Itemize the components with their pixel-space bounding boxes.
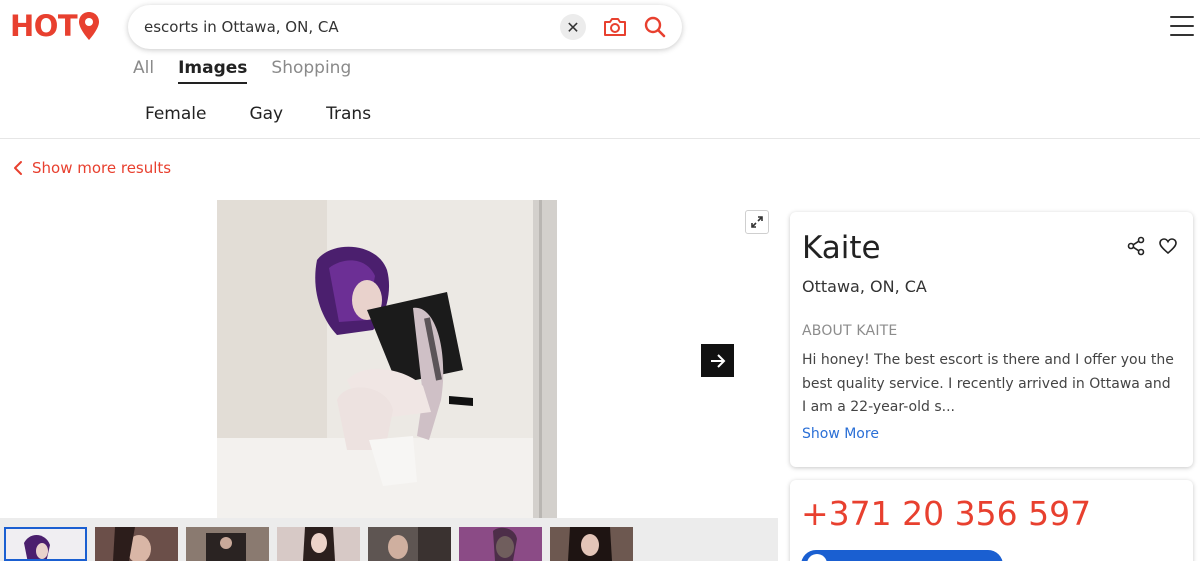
expand-icon	[751, 216, 763, 228]
share-button[interactable]	[1126, 236, 1146, 256]
show-more-results-link[interactable]: Show more results	[12, 159, 171, 177]
header-divider	[0, 138, 1200, 139]
profile-location: Ottawa, ON, CA	[802, 277, 927, 296]
about-heading: ABOUT KAITE	[802, 323, 898, 339]
next-image-button[interactable]	[701, 344, 734, 377]
search-tabs: All Images Shopping	[133, 58, 351, 84]
share-icon	[1127, 236, 1145, 256]
phone-icon	[807, 554, 827, 561]
filter-female[interactable]: Female	[145, 104, 206, 124]
clear-search-button[interactable]: ✕	[560, 14, 586, 40]
heart-icon	[1159, 238, 1177, 255]
thumbnail[interactable]	[459, 527, 542, 561]
show-more-link[interactable]: Show More	[802, 426, 879, 442]
location-pin-icon	[79, 12, 100, 40]
thumbnail[interactable]	[277, 527, 360, 561]
camera-icon	[604, 18, 626, 36]
call-button[interactable]	[801, 550, 1003, 561]
tab-shopping[interactable]: Shopping	[271, 58, 351, 84]
expand-button[interactable]	[745, 210, 769, 234]
tab-all[interactable]: All	[133, 58, 154, 84]
search-button[interactable]	[642, 14, 668, 40]
tab-images[interactable]: Images	[178, 58, 248, 84]
thumbnail[interactable]	[95, 527, 178, 561]
hot-logo[interactable]: HOT	[10, 10, 100, 42]
phone-number[interactable]: +371 20 356 597	[801, 494, 1091, 533]
thumbnail[interactable]	[368, 527, 451, 561]
favorite-button[interactable]	[1158, 236, 1178, 256]
hamburger-menu-icon[interactable]	[1170, 16, 1194, 36]
close-icon: ✕	[566, 17, 580, 37]
about-text: Hi honey! The best escort is there and I…	[802, 352, 1174, 415]
thumbnail[interactable]	[186, 527, 269, 561]
camera-search-button[interactable]	[602, 14, 628, 40]
category-filters: Female Gay Trans	[145, 104, 414, 124]
profile-name: Kaite	[802, 230, 881, 266]
search-input[interactable]: escorts in Ottawa, ON, CA	[144, 18, 560, 36]
search-bar: escorts in Ottawa, ON, CA ✕	[128, 5, 682, 49]
show-more-results-label: Show more results	[32, 159, 172, 177]
search-icon	[644, 16, 666, 38]
thumbnail[interactable]	[4, 527, 87, 561]
filter-trans[interactable]: Trans	[326, 104, 371, 124]
main-photo[interactable]	[217, 200, 557, 518]
thumbnail[interactable]	[550, 527, 633, 561]
contact-card: +371 20 356 597	[790, 480, 1193, 561]
chevron-left-icon	[14, 161, 22, 175]
filter-gay[interactable]: Gay	[249, 104, 283, 124]
thumbnail-strip	[0, 518, 778, 561]
profile-card: Kaite Ottawa, ON, CA ABOUT KAITE Hi hone…	[790, 212, 1193, 467]
photo-illustration	[217, 200, 557, 518]
logo-text: HOT	[10, 9, 78, 43]
arrow-right-icon	[710, 353, 725, 368]
